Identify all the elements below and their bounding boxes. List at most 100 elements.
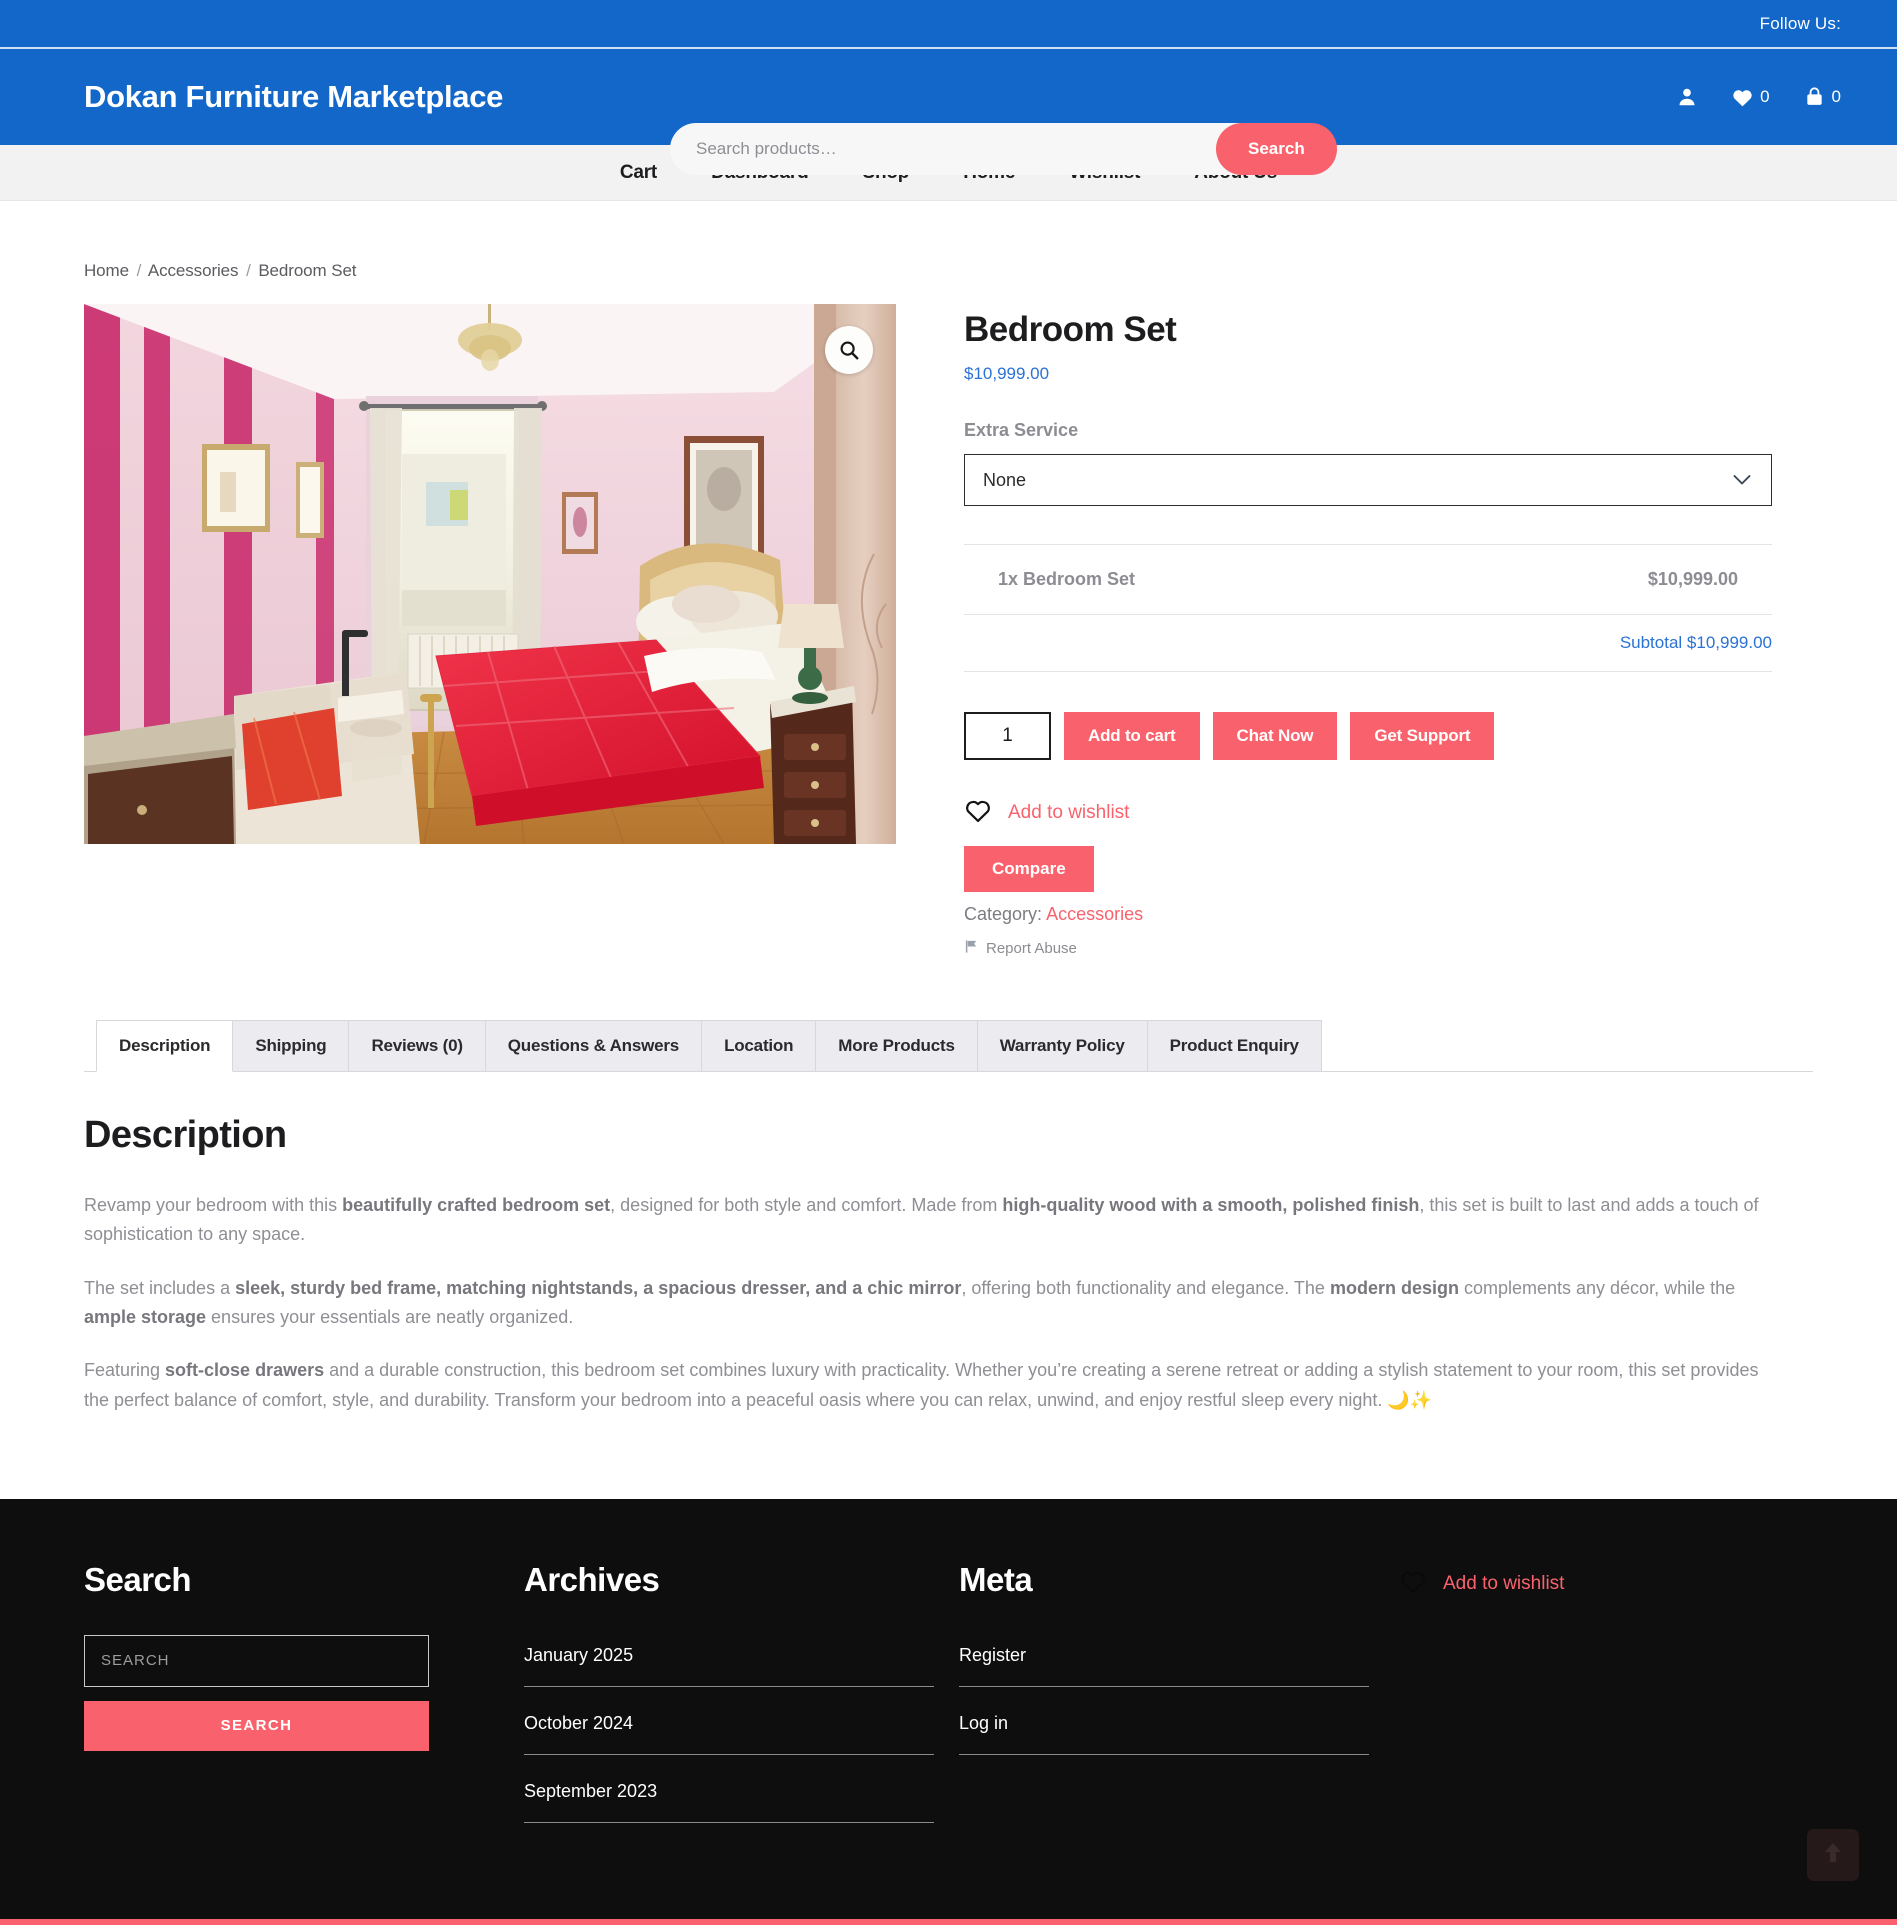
- breadcrumb-current: Bedroom Set: [258, 261, 357, 280]
- tab-questions-answers[interactable]: Questions & Answers: [484, 1020, 703, 1071]
- flag-icon: [964, 939, 979, 958]
- product-summary: Bedroom Set $10,999.00 Extra Service Non…: [964, 304, 1813, 958]
- breadcrumb: Home / Accessories / Bedroom Set: [84, 261, 1813, 281]
- list-item[interactable]: January 2025: [524, 1635, 934, 1687]
- search-input[interactable]: [670, 123, 1242, 175]
- desc-p3-seg2: and a durable construction, this bedroom…: [84, 1360, 1759, 1410]
- desc-p1-bold1: beautifully crafted bedroom set: [342, 1195, 611, 1215]
- tab-more-products[interactable]: More Products: [815, 1020, 978, 1071]
- product-image[interactable]: [84, 304, 896, 844]
- archive-link-october-2024[interactable]: October 2024: [524, 1713, 633, 1733]
- footer-add-to-wishlist[interactable]: Add to wishlist: [1399, 1561, 1765, 1600]
- category-link[interactable]: Accessories: [1046, 904, 1143, 924]
- account-icon[interactable]: [1676, 86, 1698, 108]
- desc-p1-seg1: Revamp your bedroom with this: [84, 1195, 343, 1215]
- add-to-wishlist-row[interactable]: Add to wishlist: [964, 798, 1813, 828]
- header-wishlist-link[interactable]: 0: [1732, 87, 1770, 107]
- heart-icon: [1732, 88, 1753, 107]
- desc-p1-bold2: high-quality wood with a smooth, polishe…: [1002, 1195, 1420, 1215]
- desc-p2-bold2: modern design: [1329, 1277, 1459, 1298]
- list-item[interactable]: September 2023: [524, 1771, 934, 1823]
- product-main: Bedroom Set $10,999.00 Extra Service Non…: [84, 304, 1813, 958]
- extra-service-label: Extra Service: [964, 420, 1079, 440]
- header-wishlist-count: 0: [1760, 87, 1770, 106]
- extra-service-selected-value: None: [983, 469, 1027, 490]
- tab-description[interactable]: Description: [96, 1020, 234, 1072]
- desc-p2-seg2: , offering both functionality and elegan…: [961, 1277, 1330, 1298]
- chat-now-button[interactable]: Chat Now: [1212, 712, 1338, 760]
- chevron-down-icon: [1733, 470, 1751, 491]
- tab-panel-description: Description Revamp your bedroom with thi…: [84, 1072, 1813, 1415]
- tab-reviews[interactable]: Reviews (0): [348, 1020, 486, 1071]
- follow-us-label: Follow Us:: [1759, 13, 1841, 33]
- desc-p3-seg1: Featuring: [84, 1360, 166, 1381]
- heart-outline-icon: [1399, 1569, 1427, 1600]
- addon-subtotal: Subtotal $10,999.00: [964, 615, 1772, 672]
- add-to-wishlist-label[interactable]: Add to wishlist: [1008, 802, 1129, 824]
- extra-service-select[interactable]: None: [964, 454, 1772, 506]
- description-paragraph-3: Featuring soft-close drawers and a durab…: [84, 1356, 1774, 1415]
- breadcrumb-separator: /: [246, 261, 251, 280]
- add-to-cart-button[interactable]: Add to cart: [1064, 712, 1200, 760]
- footer-search-heading: Search: [84, 1560, 192, 1598]
- shopping-bag-icon: [1804, 86, 1825, 108]
- breadcrumb-separator: /: [136, 261, 142, 280]
- tab-warranty-policy[interactable]: Warranty Policy: [976, 1020, 1148, 1071]
- desc-p1-seg2: , designed for both style and comfort. M…: [610, 1195, 1003, 1215]
- list-item[interactable]: Log in: [959, 1703, 1369, 1755]
- addon-line-item: 1x Bedroom Set $10,999.00: [964, 545, 1772, 615]
- category-label: Category:: [964, 904, 1043, 924]
- product-price: $10,999.00: [964, 364, 1050, 383]
- site-header: Dokan Furniture Marketplace Search 0: [0, 49, 1897, 175]
- desc-p2-bold1: sleek, sturdy bed frame, matching nights…: [235, 1277, 962, 1298]
- product-title: Bedroom Set: [964, 310, 1177, 349]
- breadcrumb-home[interactable]: Home: [84, 261, 129, 280]
- archive-link-january-2025[interactable]: January 2025: [524, 1645, 633, 1665]
- arrow-up-icon: [1822, 1840, 1844, 1869]
- desc-p2-seg1: The set includes a: [84, 1277, 236, 1298]
- breadcrumb-category[interactable]: Accessories: [148, 261, 239, 280]
- meta-link-log-in[interactable]: Log in: [959, 1713, 1008, 1733]
- desc-p2-seg3: complements any décor, while the: [1458, 1277, 1736, 1298]
- description-paragraph-1: Revamp your bedroom with this beautifull…: [84, 1191, 1774, 1250]
- product-category: Category: Accessories: [964, 904, 1813, 925]
- page-content: Home / Accessories / Bedroom Set Bedroom…: [0, 261, 1897, 1499]
- compare-button[interactable]: Compare: [964, 846, 1094, 892]
- site-footer: Search SEARCH Archives January 2025 Octo…: [0, 1498, 1897, 1919]
- footer-meta-heading: Meta: [959, 1560, 1033, 1598]
- description-paragraph-2: The set includes a sleek, sturdy bed fra…: [84, 1274, 1774, 1333]
- description-heading: Description: [84, 1114, 287, 1156]
- quantity-input[interactable]: [964, 712, 1051, 760]
- addon-item-price: $10,999.00: [1647, 569, 1738, 589]
- tab-shipping[interactable]: Shipping: [232, 1020, 350, 1071]
- archives-list: January 2025 October 2024 September 2023: [524, 1635, 934, 1823]
- footer-wishlist-widget: Add to wishlist: [1399, 1561, 1813, 1839]
- footer-search-input[interactable]: [84, 1634, 429, 1687]
- header-cart-link[interactable]: 0: [1804, 86, 1841, 108]
- product-actions: Add to cart Chat Now Get Support: [964, 712, 1813, 760]
- footer-search-widget: Search SEARCH: [84, 1561, 524, 1839]
- archive-link-september-2023[interactable]: September 2023: [524, 1781, 657, 1801]
- product-tabs: Description Shipping Reviews (0) Questio…: [84, 1020, 1813, 1415]
- get-support-button[interactable]: Get Support: [1350, 712, 1495, 760]
- meta-link-register[interactable]: Register: [959, 1645, 1026, 1665]
- desc-p2-seg4: ensures your essentials are neatly organ…: [206, 1306, 574, 1327]
- footer-archives-heading: Archives: [524, 1560, 660, 1598]
- list-item[interactable]: Register: [959, 1635, 1369, 1687]
- magnifier-icon[interactable]: [825, 326, 873, 374]
- footer-wishlist-label[interactable]: Add to wishlist: [1443, 1573, 1564, 1595]
- search-button[interactable]: Search: [1216, 123, 1337, 175]
- tab-product-enquiry[interactable]: Product Enquiry: [1146, 1020, 1322, 1071]
- desc-p3-bold1: soft-close drawers: [165, 1360, 325, 1381]
- scroll-to-top-button[interactable]: [1807, 1828, 1859, 1881]
- list-item[interactable]: October 2024: [524, 1703, 934, 1755]
- header-icon-group: 0 0: [1676, 49, 1841, 145]
- footer-meta-widget: Meta Register Log in: [959, 1561, 1399, 1839]
- meta-list: Register Log in: [959, 1635, 1369, 1755]
- nav-item-cart[interactable]: Cart: [620, 162, 657, 184]
- header-cart-count: 0: [1831, 87, 1841, 106]
- footer-search-button[interactable]: SEARCH: [84, 1700, 429, 1751]
- report-abuse-link[interactable]: Report Abuse: [964, 939, 1813, 958]
- tab-location[interactable]: Location: [701, 1020, 817, 1071]
- site-brand-logo[interactable]: Dokan Furniture Marketplace: [84, 79, 503, 115]
